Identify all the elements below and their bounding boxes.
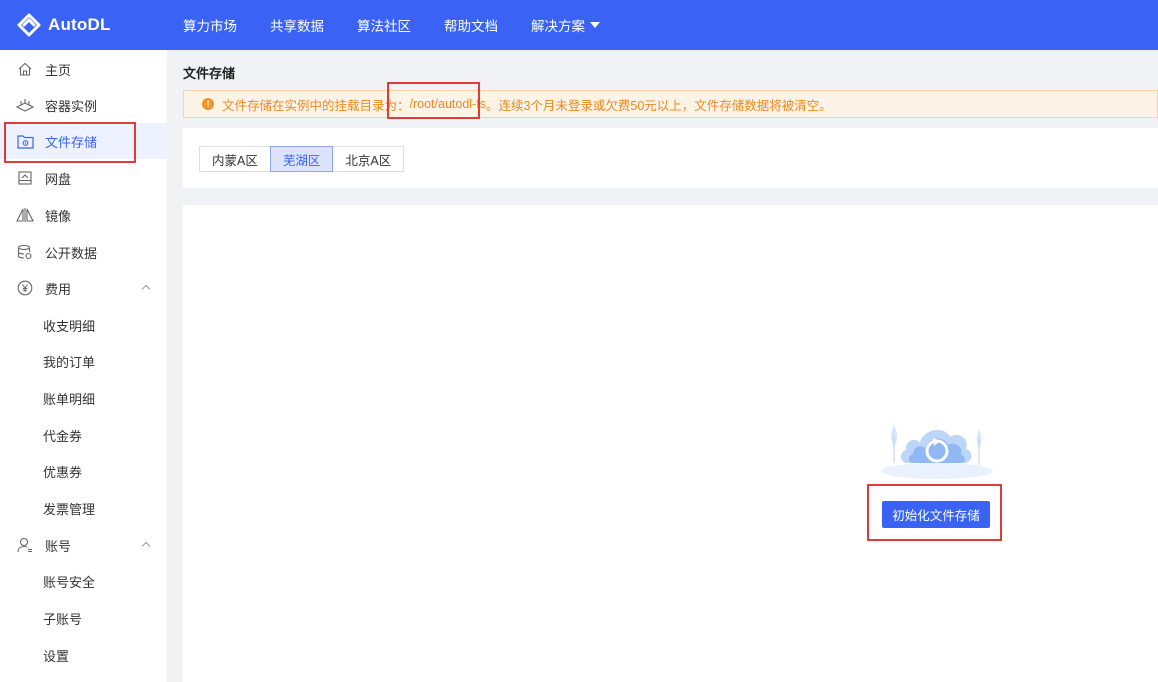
nav-algorithm-community[interactable]: 算法社区 (357, 15, 411, 35)
mirror-icon (16, 206, 34, 224)
container-icon (16, 96, 34, 114)
sidebar-item-home[interactable]: 主页 (0, 51, 167, 87)
yen-icon (16, 279, 34, 297)
brand-name: AutoDL (48, 15, 111, 34)
database-icon (16, 243, 34, 261)
nav-help-docs[interactable]: 帮助文档 (444, 15, 498, 35)
sidebar-item-label: 费用 (45, 281, 72, 297)
chevron-up-icon (141, 284, 151, 294)
sidebar-subitem-coupons[interactable]: 优惠券 (43, 453, 153, 489)
user-icon (16, 536, 34, 554)
sidebar: 主页 容器实例 文件存储 网盘 镜像 公开数据 费用 收支明细 我的订单 账单明… (0, 50, 167, 682)
sidebar-item-label: 容器实例 (45, 98, 98, 114)
tab-region-neimeng-a[interactable]: 内蒙A区 (199, 146, 271, 172)
sidebar-item-containers[interactable]: 容器实例 (0, 87, 167, 123)
region-tabs-card: 内蒙A区 芜湖区 北京A区 (183, 128, 1158, 188)
sidebar-item-label: 公开数据 (45, 245, 98, 261)
page-title: 文件存储 (183, 66, 236, 81)
sidebar-item-netdisk[interactable]: 网盘 (0, 160, 167, 196)
sidebar-subitem-vouchers[interactable]: 代金券 (43, 417, 153, 453)
caret-down-icon (590, 22, 600, 28)
sidebar-subitem-bill-details[interactable]: 账单明细 (43, 380, 153, 416)
sidebar-subitem-sub-accounts[interactable]: 子账号 (43, 600, 153, 636)
sidebar-subitem-settings[interactable]: 设置 (43, 637, 153, 673)
sidebar-item-label: 主页 (45, 62, 72, 78)
folder-storage-icon (16, 132, 34, 150)
sidebar-subitem-invoices[interactable]: 发票管理 (43, 490, 153, 526)
sidebar-item-fees[interactable]: 费用 (0, 270, 167, 306)
sidebar-item-label: 网盘 (45, 171, 72, 187)
sidebar-subitem-my-orders[interactable]: 我的订单 (43, 343, 153, 379)
autodl-logo-icon (17, 13, 41, 37)
sidebar-item-label: 镜像 (45, 208, 72, 224)
nav-compute-market[interactable]: 算力市场 (183, 15, 237, 35)
sidebar-item-account[interactable]: 账号 (0, 527, 167, 563)
alert-suffix: 。连续3个月未登录或欠费50元以上，文件存储数据将被清空。 (485, 98, 832, 113)
sidebar-item-public-data[interactable]: 公开数据 (0, 234, 167, 270)
sidebar-subitem-transactions[interactable]: 收支明细 (43, 307, 153, 343)
warning-icon: ! (202, 98, 214, 110)
tab-region-wuhu[interactable]: 芜湖区 (269, 146, 334, 172)
home-icon (16, 60, 34, 78)
nav-shared-data[interactable]: 共享数据 (270, 15, 324, 35)
init-file-storage-button[interactable]: 初始化文件存储 (882, 501, 990, 528)
top-navbar: AutoDL 算力市场 共享数据 算法社区 帮助文档 解决方案 (0, 0, 1158, 50)
cloud-refresh-icon (881, 425, 993, 479)
storage-empty-panel: 初始化文件存储 (183, 205, 1158, 682)
disk-icon (16, 169, 34, 187)
sidebar-item-images[interactable]: 镜像 (0, 197, 167, 233)
chevron-up-icon (141, 541, 151, 551)
tab-region-beijing-a[interactable]: 北京A区 (332, 146, 405, 172)
sidebar-subitem-account-security[interactable]: 账号安全 (43, 563, 153, 599)
sidebar-item-label: 账号 (45, 538, 72, 554)
nav-solutions-label: 解决方案 (531, 19, 585, 34)
nav-solutions[interactable]: 解决方案 (531, 15, 600, 35)
top-nav: 算力市场 共享数据 算法社区 帮助文档 解决方案 (183, 0, 633, 50)
mount-path-alert: ! 文件存储在实例中的挂载目录为： /root/autodl-fs 。连续3个月… (183, 90, 1158, 118)
region-tab-group: 内蒙A区 芜湖区 北京A区 (199, 146, 405, 172)
alert-mount-path: /root/autodl-fs (409, 97, 486, 111)
alert-prefix: 文件存储在实例中的挂载目录为： (222, 98, 410, 113)
sidebar-item-label: 文件存储 (45, 134, 98, 150)
sidebar-item-file-storage[interactable]: 文件存储 (0, 123, 167, 159)
brand-logo[interactable]: AutoDL (0, 0, 167, 50)
